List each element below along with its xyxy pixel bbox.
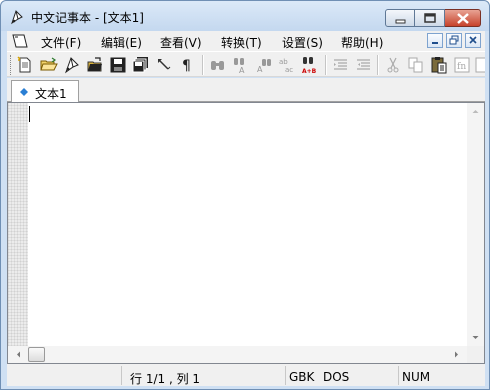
horizontal-scrollbar[interactable] [8, 346, 467, 363]
cut-icon[interactable] [383, 55, 403, 75]
horizontal-scroll-thumb[interactable] [28, 347, 45, 362]
status-numlock-cell: NUM [398, 366, 485, 385]
text-caret [29, 106, 30, 122]
save-icon[interactable] [108, 55, 128, 75]
document-tab-bar: 文本1 [7, 78, 485, 103]
document-icon[interactable] [11, 32, 29, 50]
find-prev-icon[interactable]: A [254, 55, 274, 75]
copy-icon[interactable] [406, 55, 426, 75]
numlock-indicator: NUM [402, 370, 431, 384]
window-title: 中文记事本 - [文本1] [31, 11, 144, 25]
save-all-icon[interactable] [131, 55, 151, 75]
toolbar-separator [202, 55, 204, 75]
toolbar-grip[interactable] [10, 55, 13, 75]
minimize-icon [395, 19, 406, 24]
svg-text:ab: ab [279, 58, 288, 66]
toolbar-separator [377, 55, 379, 75]
menu-edit[interactable]: 编辑(E) [101, 34, 142, 51]
outdent-icon[interactable] [354, 55, 374, 75]
editor-pane [7, 102, 485, 364]
notepad-app-icon [11, 10, 23, 25]
line-gutter[interactable] [8, 103, 28, 346]
minimize-icon [432, 42, 438, 44]
status-bar: 行 1/1 , 列 1 GBK DOS NUM [7, 364, 485, 386]
open-folder-icon[interactable] [85, 55, 105, 75]
menu-help[interactable]: 帮助(H) [341, 34, 383, 51]
svg-text:¶: ¶ [182, 58, 191, 74]
svg-text:A: A [257, 65, 263, 74]
insert-field-icon[interactable]: fn [452, 55, 472, 75]
close-icon [457, 13, 469, 24]
scroll-corner [467, 346, 484, 363]
line-ending-label: DOS [323, 370, 350, 384]
svg-text:fn: fn [457, 62, 466, 72]
menu-view[interactable]: 查看(V) [160, 34, 202, 51]
maximize-button[interactable] [415, 9, 445, 27]
menu-convert[interactable]: 转换(T) [221, 34, 262, 51]
tab-label: 文本1 [35, 87, 67, 101]
insert-special-icon[interactable] [473, 55, 485, 75]
find-next-icon[interactable]: A [231, 55, 251, 75]
toolbar: ¶ A A ab ac A+B fn [7, 51, 485, 77]
cursor-position: 行 1/1 , 列 1 [130, 372, 201, 386]
svg-text:ac: ac [285, 66, 293, 74]
edit-tool-icon[interactable] [154, 55, 174, 75]
menu-bar: 文件(F) 编辑(E) 查看(V) 转换(T) 设置(S) 帮助(H) [7, 31, 485, 51]
scroll-up-icon[interactable] [467, 103, 484, 120]
doc-minimize-button[interactable] [427, 33, 443, 48]
status-position-cell: 行 1/1 , 列 1 [121, 366, 285, 386]
scroll-left-icon[interactable] [10, 346, 27, 363]
paste-icon[interactable] [429, 55, 449, 75]
reopen-icon[interactable] [62, 55, 82, 75]
new-icon[interactable] [15, 55, 35, 75]
pilcrow-icon[interactable]: ¶ [177, 55, 197, 75]
maximize-icon [424, 13, 436, 23]
minimize-button[interactable] [385, 9, 415, 27]
diamond-icon [20, 88, 28, 96]
find-icon[interactable] [208, 55, 228, 75]
replace-icon[interactable]: ab ac [277, 55, 297, 75]
convert-icon[interactable]: A+B [300, 55, 320, 75]
svg-text:A+B: A+B [302, 68, 317, 75]
close-button[interactable] [445, 9, 481, 27]
doc-close-button[interactable] [465, 33, 481, 48]
tab-document-1[interactable]: 文本1 [11, 80, 79, 103]
title-bar[interactable]: 中文记事本 - [文本1] [1, 1, 489, 31]
vertical-scrollbar[interactable] [467, 103, 484, 346]
doc-restore-button[interactable] [446, 33, 462, 48]
toolbar-separator [325, 55, 327, 75]
menu-file[interactable]: 文件(F) [41, 34, 81, 51]
encoding-label: GBK [289, 370, 315, 384]
status-encoding-cell: GBK DOS [285, 366, 398, 385]
menu-settings[interactable]: 设置(S) [282, 34, 323, 51]
scroll-right-icon[interactable] [448, 346, 465, 363]
open-icon[interactable] [39, 55, 59, 75]
svg-text:A: A [239, 66, 245, 75]
text-editor[interactable] [28, 103, 467, 346]
indent-icon[interactable] [331, 55, 351, 75]
app-window: 中文记事本 - [文本1] 文件(F) 编辑(E) 查看(V) 转换(T) 设置… [0, 0, 490, 390]
scroll-down-icon[interactable] [467, 329, 484, 346]
restore-icon [449, 35, 459, 45]
close-icon [469, 36, 477, 44]
